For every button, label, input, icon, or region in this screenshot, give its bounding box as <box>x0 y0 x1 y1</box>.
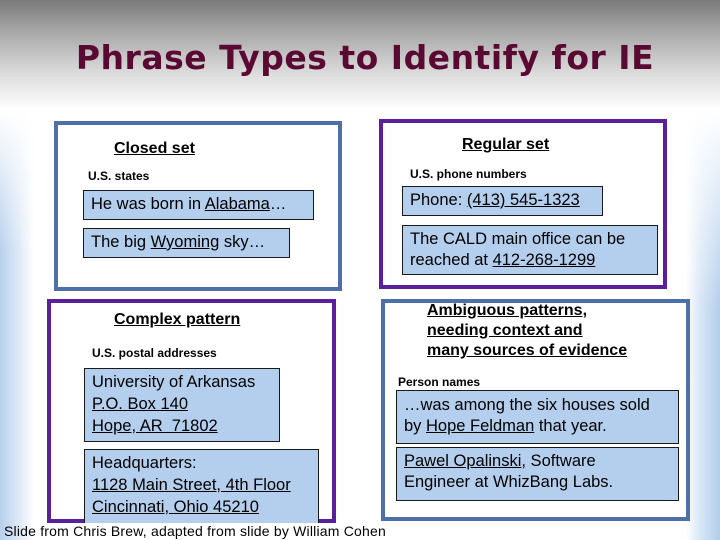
example-cald-office: The CALD main office can be reached at 4… <box>402 225 658 275</box>
example-text: reached at <box>410 251 493 269</box>
ambiguous-sublabel: Person names <box>398 375 481 389</box>
entity-phone: 412-268-1299 <box>492 251 596 269</box>
example-text: The big <box>91 233 151 251</box>
complex-pattern-sublabel: U.S. postal addresses <box>92 346 217 360</box>
example-text: …was among the six houses sold <box>404 396 650 414</box>
regular-set-panel: Regular set U.S. phone numbers Phone: (4… <box>379 119 667 289</box>
example-text: Phone: <box>410 191 467 209</box>
entity-address-line: 1128 Main Street, 4th Floor <box>92 476 291 494</box>
heading-line: needing context and <box>427 322 583 339</box>
ambiguous-patterns-heading: Ambiguous patterns, needing context and … <box>427 301 667 361</box>
example-wyoming: The big Wyoming sky… <box>83 228 290 258</box>
slide-credit: Slide from Chris Brew, adapted from slid… <box>4 523 386 539</box>
example-text: by <box>404 417 427 435</box>
regular-set-heading: Regular set <box>462 136 550 153</box>
example-text: that year. <box>534 417 607 435</box>
entity-person: Hope Feldman <box>426 417 535 435</box>
heading-line: many sources of evidence <box>427 342 628 359</box>
closed-set-panel: Closed set U.S. states He was born in Al… <box>54 121 342 291</box>
entity-state: Wyoming <box>150 233 220 251</box>
example-phone: Phone: (413) 545-1323 <box>402 186 603 216</box>
address-line: University of Arkansas <box>92 373 256 391</box>
closed-set-sublabel: U.S. states <box>88 169 150 183</box>
left-edge-fade <box>0 110 34 250</box>
complex-pattern-heading: Complex pattern <box>114 311 241 328</box>
entity-phone: (413) 545-1323 <box>466 191 580 209</box>
address-line: Headquarters: <box>92 454 197 472</box>
slide-title: Phrase Types to Identify for IE <box>75 38 655 77</box>
example-text: … <box>269 195 287 213</box>
entity-person: Pawel Opalinski <box>404 452 522 470</box>
closed-set-heading: Closed set <box>114 140 195 157</box>
heading-line: Ambiguous patterns, <box>427 302 588 319</box>
complex-pattern-panel: Complex pattern U.S. postal addresses Un… <box>47 299 336 523</box>
example-headquarters-address: Headquarters: 1128 Main Street, 4th Floo… <box>84 449 319 523</box>
example-text: He was born in <box>91 195 205 213</box>
entity-address-line: Hope, AR 71802 <box>92 417 218 435</box>
entity-address-line: Cincinnati, Ohio 45210 <box>92 498 259 516</box>
example-arkansas-address: University of Arkansas P.O. Box 140 Hope… <box>84 368 280 442</box>
right-edge-fade <box>686 110 720 310</box>
entity-state: Alabama <box>204 195 270 213</box>
ambiguous-patterns-panel: Ambiguous patterns, needing context and … <box>381 299 690 521</box>
example-text: sky… <box>219 233 266 251</box>
example-alabama: He was born in Alabama… <box>83 190 314 220</box>
entity-address-line: P.O. Box 140 <box>92 395 189 413</box>
regular-set-sublabel: U.S. phone numbers <box>410 167 527 181</box>
example-text: Engineer at WhizBang Labs. <box>404 473 614 491</box>
example-hope-feldman: …was among the six houses sold by Hope F… <box>396 390 679 444</box>
example-text: The CALD main office can be <box>410 230 626 248</box>
example-pawel-opalinski: Pawel Opalinski, Software Engineer at Wh… <box>396 447 679 501</box>
example-text: , Software <box>521 452 596 470</box>
